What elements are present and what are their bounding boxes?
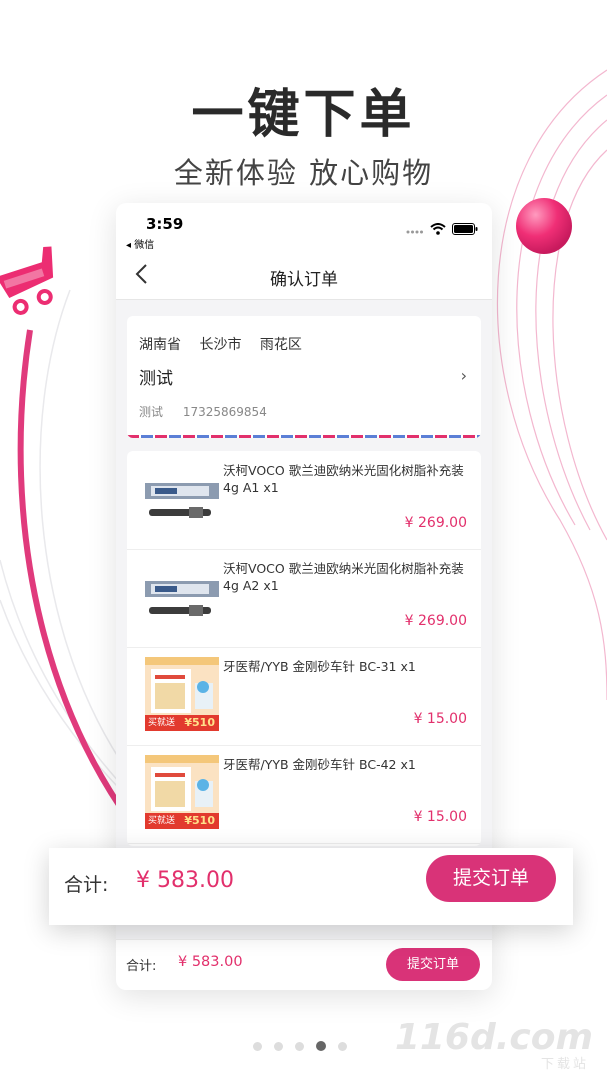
- total-amount: ¥ 583.00: [178, 954, 243, 970]
- address-province: 湖南省: [139, 337, 181, 353]
- mail-stripe-decoration: [127, 435, 481, 438]
- order-summary-callout: 合计: ¥ 583.00 提交订单: [49, 848, 573, 925]
- promo-strip: 买就送 ¥510: [145, 813, 219, 829]
- list-item[interactable]: 沃柯VOCO 歌兰迪欧纳米光固化树脂补充装4g A2 x1 ¥ 269.00: [127, 549, 481, 648]
- total-amount: ¥ 583.00: [136, 868, 234, 893]
- wifi-icon: [430, 220, 446, 239]
- order-summary-bar: 合计: ¥ 583.00 提交订单: [116, 939, 492, 990]
- product-price: ¥ 269.00: [404, 515, 467, 531]
- signal-icon: [406, 220, 424, 239]
- product-thumbnail: [145, 559, 219, 633]
- product-price: ¥ 15.00: [413, 809, 467, 825]
- product-thumbnail: [145, 461, 219, 535]
- watermark-subtext: 下载站: [540, 1057, 589, 1072]
- product-price: ¥ 269.00: [404, 613, 467, 629]
- product-thumbnail: 买就送 ¥510: [145, 755, 219, 829]
- contact-phone: 17325869854: [182, 405, 267, 419]
- battery-icon: [452, 220, 478, 239]
- status-bar: 3:59 ◂ 微信: [116, 203, 492, 251]
- shopping-cart-decoration: [0, 246, 54, 315]
- page-dot[interactable]: [253, 1041, 262, 1051]
- product-name: 牙医帮/YYB 金刚砂车针 BC-42 x1: [223, 757, 416, 772]
- page-dot-active[interactable]: [316, 1041, 326, 1051]
- address-detail: 测试: [139, 369, 173, 389]
- list-item[interactable]: 沃柯VOCO 歌兰迪欧纳米光固化树脂补充装4g A1 x1 ¥ 269.00: [127, 451, 481, 550]
- address-district: 雨花区: [259, 337, 302, 353]
- page-dot[interactable]: [338, 1041, 347, 1051]
- back-to-app-link[interactable]: ◂ 微信: [126, 236, 154, 251]
- contact-name: 测试: [139, 405, 164, 419]
- product-thumbnail: 买就送 ¥510: [145, 657, 219, 731]
- page-dot[interactable]: [274, 1041, 283, 1051]
- subheadline: 全新体验 放心购物: [173, 156, 434, 190]
- goods-list: 沃柯VOCO 歌兰迪欧纳米光固化树脂补充装4g A1 x1 ¥ 269.00 沃…: [127, 451, 481, 846]
- pink-ball-decoration: [516, 198, 572, 254]
- address-city: 长沙市: [199, 337, 242, 353]
- navigation-bar: 确认订单: [116, 251, 492, 300]
- product-name: 沃柯VOCO 歌兰迪欧纳米光固化树脂补充装4g A1 x1: [223, 463, 464, 495]
- page-indicator: [253, 1041, 347, 1051]
- address-region: 湖南省 长沙市 雨花区: [139, 334, 316, 354]
- list-item[interactable]: 买就送 ¥510 牙医帮/YYB 金刚砂车针 BC-31 x1 ¥ 15.00: [127, 647, 481, 746]
- watermark-text: 116d.com: [394, 1017, 593, 1058]
- address-contact: 测试 17325869854: [139, 403, 283, 420]
- list-item[interactable]: 买就送 ¥510 牙医帮/YYB 金刚砂车针 BC-42 x1 ¥ 15.00: [127, 745, 481, 844]
- submit-order-button[interactable]: 提交订单: [386, 948, 480, 981]
- promo-value: ¥510: [184, 814, 215, 827]
- page-dot[interactable]: [295, 1041, 304, 1051]
- submit-order-button[interactable]: 提交订单: [426, 855, 556, 902]
- total-label: 合计:: [64, 874, 109, 896]
- promo-value: ¥510: [184, 716, 215, 729]
- chevron-right-icon: ›: [460, 366, 467, 385]
- status-time: 3:59: [146, 215, 184, 233]
- promo-strip: 买就送 ¥510: [145, 715, 219, 731]
- shipping-address-card[interactable]: 湖南省 长沙市 雨花区 测试 › 测试 17325869854: [127, 316, 481, 438]
- headline: 一键下单: [191, 85, 416, 145]
- product-price: ¥ 15.00: [413, 711, 467, 727]
- page-title: 确认订单: [270, 270, 338, 290]
- product-name: 沃柯VOCO 歌兰迪欧纳米光固化树脂补充装4g A2 x1: [223, 561, 464, 593]
- total-label: 合计:: [126, 959, 157, 974]
- promo-badge: 买就送: [148, 718, 176, 728]
- watermark-logo: 116d.com 下载站: [394, 1017, 593, 1072]
- promo-badge: 买就送: [148, 816, 176, 826]
- product-name: 牙医帮/YYB 金刚砂车针 BC-31 x1: [223, 659, 416, 674]
- status-icons: [406, 220, 478, 239]
